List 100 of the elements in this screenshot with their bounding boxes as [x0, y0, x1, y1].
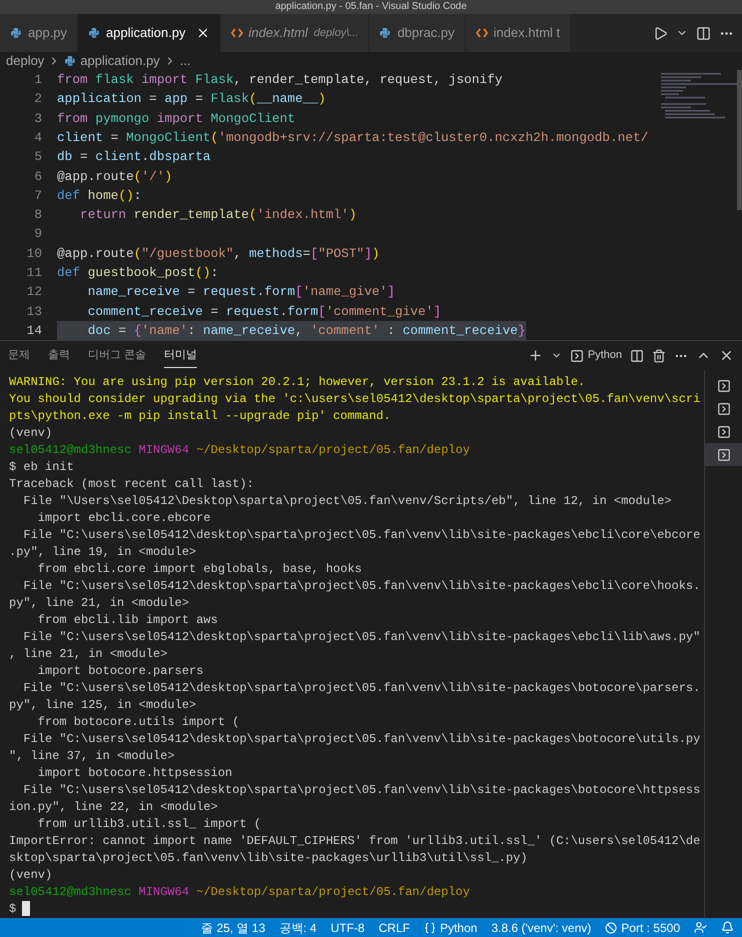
- prompt-path: ~/Desktop/sparta/project/05.fan/deploy: [196, 443, 470, 457]
- line-number: 7: [33, 186, 42, 205]
- panel-tab[interactable]: 터미널: [164, 342, 198, 368]
- terminal-line: , line 21, in <module>: [9, 647, 168, 661]
- tab-label: application.py: [106, 24, 186, 42]
- cursor-position[interactable]: 줄 25, 열 13: [201, 918, 266, 936]
- prompt-user: sel05412@md3hnesc: [9, 885, 132, 899]
- terminal-icon: [716, 378, 730, 392]
- breadcrumb-item[interactable]: ...: [180, 51, 191, 71]
- bell-icon[interactable]: [721, 921, 734, 934]
- terminal-line: ImportError: cannot import name 'DEFAULT_CIPHERS' from 'urllib3.util.ssl_' (C:\users\sel05412\de: [9, 834, 700, 848]
- line-number: 6: [33, 168, 42, 186]
- code-line: application = app = Flask(__name__): [57, 90, 326, 108]
- indentation[interactable]: 공백: 4: [279, 918, 317, 936]
- terminal-list-item[interactable]: [705, 443, 742, 466]
- terminal-icon: [716, 448, 730, 462]
- terminal-line: File "\Users\sel05412\Desktop\sparta\project\05.fan\venv/Scripts/eb", line 12, in <module>: [22, 494, 672, 508]
- line-number: 11: [26, 264, 42, 282]
- tab-label: index.html: [248, 24, 308, 42]
- code-line: name_receive = request.form['name_give']: [86, 283, 395, 302]
- editor-tab[interactable]: index.html t: [466, 14, 572, 52]
- terminal-icon: [570, 348, 584, 362]
- window-title: application.py - 05.fan - Visual Studio Code: [275, 2, 467, 12]
- terminal-line: File "C:\users\sel05412\desktop\sparta\project\05.fan\venv\lib\site-packages\botocore\parsers.: [22, 681, 700, 695]
- panel-tab[interactable]: 문제: [8, 342, 30, 368]
- interpreter[interactable]: 3.8.6 ('venv': venv): [491, 918, 592, 936]
- line-number: 1: [33, 71, 42, 90]
- split-editor-icon[interactable]: [696, 26, 711, 40]
- terminal-line: from urllib3.util.ssl_ import (: [36, 817, 262, 831]
- terminal-line: File "C:\users\sel05412\desktop\sparta\project\05.fan\venv\lib\site-packages\ebcli\core\hooks.: [22, 579, 700, 593]
- terminal-line: WARNING: You are using pip version 20.2.1; however, version 23.1.2 is available.: [9, 375, 586, 389]
- editor-tab[interactable]: application.py: [78, 14, 221, 52]
- line-number: 9: [33, 225, 42, 244]
- tab-path: deploy\...: [314, 26, 358, 41]
- panel-tab[interactable]: 디버그 콘솔: [88, 342, 146, 368]
- terminal-line: import ebcli.core.ebcore: [36, 511, 211, 525]
- code-line: @app.route('/'): [57, 168, 172, 186]
- trash-icon[interactable]: [652, 348, 666, 362]
- editor-tab[interactable]: dbprac.py: [369, 14, 466, 52]
- terminal-profile[interactable]: Python: [588, 347, 622, 364]
- tab-label: index.html t: [494, 24, 560, 42]
- panel-tab[interactable]: 출력: [48, 342, 70, 368]
- python-file-icon: [64, 55, 76, 67]
- terminal-line: pts\python.exe -m pip install --upgrade pip' command.: [9, 409, 391, 423]
- terminal-line: File "C:\users\sel05412\desktop\sparta\project\05.fan\venv\lib\site-packages\botocore\httpsess: [22, 783, 700, 797]
- prompt-user: sel05412@md3hnesc: [9, 443, 132, 457]
- code-brackets-icon: [476, 28, 488, 38]
- code-line: db = client.dbsparta: [57, 148, 211, 166]
- terminal-icon: [716, 402, 730, 416]
- terminal-line: sktop\sparta\project\05.fan\venv\lib\site-packages\urllib3\util\ssl_.py): [9, 851, 528, 865]
- terminal-line: File "C:\users\sel05412\desktop\sparta\project\05.fan\venv\lib\site-packages\botocore\utils.py: [22, 732, 700, 746]
- code-line: def guestbook_post():: [57, 264, 218, 282]
- terminal-line: $ eb init: [9, 460, 74, 474]
- line-number: 3: [33, 110, 42, 128]
- line-ending[interactable]: CRLF: [378, 918, 410, 936]
- line-number: 4: [33, 128, 42, 147]
- terminal-line: import botocore.httpsession: [36, 766, 232, 780]
- code-line: from flask import Flask, render_template, request, jsonify: [57, 71, 502, 90]
- terminal-line: File "C:\users\sel05412\desktop\sparta\project\05.fan\venv\lib\site-packages\ebcli\core\ebcore: [22, 528, 700, 542]
- prompt-shell: MINGW64: [138, 885, 190, 899]
- editor-tab[interactable]: index.html deploy\...: [220, 14, 370, 52]
- terminal-icon: [716, 424, 730, 438]
- tab-label: app.py: [28, 24, 68, 42]
- braces-icon: [424, 922, 436, 934]
- split-terminal-icon[interactable]: [630, 348, 644, 362]
- line-number: 5: [33, 148, 42, 166]
- new-terminal-icon[interactable]: [528, 348, 543, 363]
- code-line: return render_template('index.html'): [79, 206, 357, 224]
- terminal-line: Traceback (most recent call last):: [9, 477, 254, 491]
- breadcrumb-item[interactable]: deploy: [6, 51, 44, 71]
- line-number: 2: [33, 90, 42, 108]
- no-entry-icon: [605, 922, 618, 934]
- language-mode[interactable]: Python: [440, 918, 478, 936]
- terminal-line: (venv): [9, 868, 52, 882]
- line-number: 8: [33, 206, 42, 224]
- terminal-line: from ebcli.core import ebglobals, base, hooks: [36, 562, 362, 576]
- python-file-icon: [88, 27, 100, 39]
- line-number: 13: [26, 302, 42, 321]
- port-status[interactable]: Port : 5500: [621, 918, 680, 936]
- run-icon[interactable]: [653, 26, 668, 40]
- prompt-shell: MINGW64: [138, 443, 190, 457]
- breadcrumb-item[interactable]: application.py: [80, 51, 160, 71]
- terminal-line: (venv): [9, 426, 52, 440]
- terminal-line: ion.py", line 22, in <module>: [9, 800, 218, 814]
- terminal-line: py", line 21, in <module>: [9, 596, 190, 610]
- terminal-line: .py", line 19, in <module>: [9, 545, 196, 559]
- terminal-line: py", line 125, in <module>: [9, 698, 196, 712]
- python-file-icon: [379, 27, 392, 39]
- code-line: client = MongoClient('mongodb+srv://sparta:test@cluster0.ncxzh2h.mongodb.net/: [57, 128, 648, 147]
- terminal-line: from botocore.utils import (: [36, 715, 240, 729]
- close-icon[interactable]: [719, 348, 734, 363]
- feedback-icon[interactable]: [694, 921, 707, 934]
- line-number: 14: [26, 322, 42, 340]
- terminal-line: You should consider upgrading via the 'c:\users\sel05412\desktop\sparta\project\05.fan\venv\scri: [9, 392, 700, 406]
- prompt-path: ~/Desktop/sparta/project/05.fan/deploy: [196, 885, 470, 899]
- encoding[interactable]: UTF-8: [330, 918, 365, 936]
- code-line: @app.route("/guestbook", methods=["POST"]): [57, 244, 380, 263]
- editor-tab[interactable]: app.py: [0, 14, 78, 52]
- line-number: 10: [26, 244, 42, 263]
- code-line: from pymongo import MongoClient: [57, 110, 296, 128]
